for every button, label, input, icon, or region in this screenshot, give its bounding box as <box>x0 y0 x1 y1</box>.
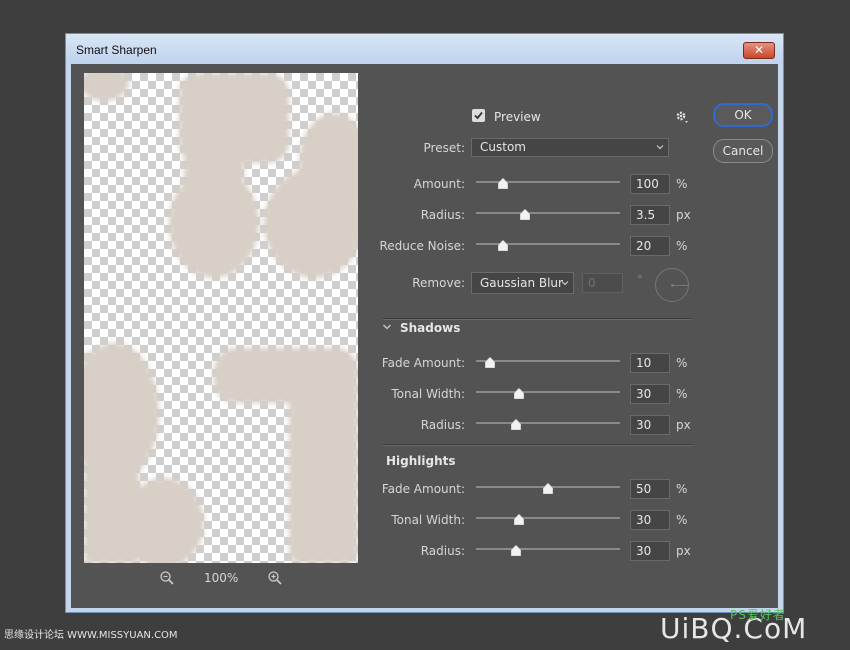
zoom-in-icon[interactable] <box>267 570 283 586</box>
radius-input[interactable]: 3.5 <box>630 205 670 225</box>
shadows-radius-label: Radius: <box>420 418 465 432</box>
amount-label: Amount: <box>413 177 465 191</box>
remove-label: Remove: <box>412 276 465 290</box>
shadows-tonal-label: Tonal Width: <box>391 387 465 401</box>
amount-unit: % <box>676 177 688 191</box>
preset-select[interactable]: Custom <box>471 138 669 157</box>
shadows-fade-label: Fade Amount: <box>381 356 465 370</box>
dialog-client: 100% Preview OK Cancel Preset: Custom Am… <box>71 64 778 608</box>
checkmark-icon <box>474 111 483 120</box>
shadows-fade-input[interactable]: 10 <box>630 353 670 373</box>
highlights-radius-input[interactable]: 30 <box>630 541 670 561</box>
reduce-noise-label: Reduce Noise: <box>379 239 465 253</box>
angle-line <box>672 285 688 286</box>
shadows-radius-unit: px <box>676 418 691 432</box>
highlights-radius-slider-thumb[interactable] <box>511 544 522 557</box>
highlights-radius-unit: px <box>676 544 691 558</box>
shadows-radius-input[interactable]: 30 <box>630 415 670 435</box>
watermark-right-small: PS爱好者 <box>730 608 786 622</box>
gear-icon[interactable] <box>675 110 689 124</box>
shadows-radius-slider-thumb[interactable] <box>511 418 522 431</box>
reduce-noise-slider-thumb[interactable] <box>498 239 509 252</box>
highlights-tonal-input[interactable]: 30 <box>630 510 670 530</box>
shadows-fade-slider-track[interactable] <box>476 360 620 362</box>
degree-symbol: ° <box>637 273 643 286</box>
divider <box>383 318 691 320</box>
radius-label: Radius: <box>420 208 465 222</box>
shadows-fade-unit: % <box>676 356 688 370</box>
watermark-left: 思缘设计论坛 WWW.MISSYUAN.COM <box>4 630 178 641</box>
preview-checkbox[interactable] <box>472 109 485 122</box>
amount-slider-thumb[interactable] <box>498 177 509 190</box>
highlights-heading[interactable]: Highlights <box>386 454 456 468</box>
smart-sharpen-dialog: Smart Sharpen ✕ 100% Preview OK Cancel P… <box>65 33 784 613</box>
angle-dial <box>655 268 689 302</box>
angle-input: 0 <box>582 273 623 293</box>
remove-value: Gaussian Blur <box>480 276 563 290</box>
preset-value: Custom <box>480 140 526 154</box>
shadows-tonal-slider-thumb[interactable] <box>513 387 525 400</box>
highlights-fade-slider-thumb[interactable] <box>542 482 554 495</box>
highlights-tonal-unit: % <box>676 513 688 527</box>
chevron-down-icon[interactable] <box>382 322 392 332</box>
shadows-heading[interactable]: Shadows <box>400 321 460 335</box>
radius-slider-thumb[interactable] <box>519 208 531 221</box>
cancel-button[interactable]: Cancel <box>713 139 773 163</box>
radius-unit: px <box>676 208 691 222</box>
highlights-fade-unit: % <box>676 482 688 496</box>
reduce-noise-input[interactable]: 20 <box>630 236 670 256</box>
close-button[interactable]: ✕ <box>743 42 775 59</box>
highlights-radius-slider-track[interactable] <box>476 548 620 550</box>
chevron-down-icon <box>561 281 569 286</box>
highlights-fade-label: Fade Amount: <box>381 482 465 496</box>
radius-slider-track[interactable] <box>476 212 620 214</box>
divider <box>383 444 691 446</box>
zoom-level: 100% <box>204 571 239 585</box>
highlights-tonal-slider-track[interactable] <box>476 517 620 519</box>
reduce-noise-unit: % <box>676 239 688 253</box>
shadows-tonal-unit: % <box>676 387 688 401</box>
highlights-fade-input[interactable]: 50 <box>630 479 670 499</box>
remove-select[interactable]: Gaussian Blur <box>471 272 574 294</box>
ok-button[interactable]: OK <box>713 103 773 127</box>
amount-input[interactable]: 100 <box>630 174 670 194</box>
shadows-tonal-input[interactable]: 30 <box>630 384 670 404</box>
highlights-tonal-label: Tonal Width: <box>391 513 465 527</box>
chevron-down-icon <box>656 145 664 150</box>
preview-label: Preview <box>494 110 541 124</box>
window-title: Smart Sharpen <box>76 43 157 57</box>
zoom-controls: 100% <box>84 570 358 588</box>
angle-dot <box>671 284 674 287</box>
highlights-tonal-slider-thumb[interactable] <box>513 513 525 526</box>
shadows-fade-slider-thumb[interactable] <box>485 356 496 369</box>
preset-label: Preset: <box>423 141 465 155</box>
watermark-right: UiBQ.CoM PS爱好者 <box>660 608 807 645</box>
shadows-radius-slider-track[interactable] <box>476 422 620 424</box>
zoom-out-icon[interactable] <box>159 570 175 586</box>
shadows-tonal-slider-track[interactable] <box>476 391 620 393</box>
highlights-radius-label: Radius: <box>420 544 465 558</box>
title-bar[interactable]: Smart Sharpen ✕ <box>66 34 783 63</box>
